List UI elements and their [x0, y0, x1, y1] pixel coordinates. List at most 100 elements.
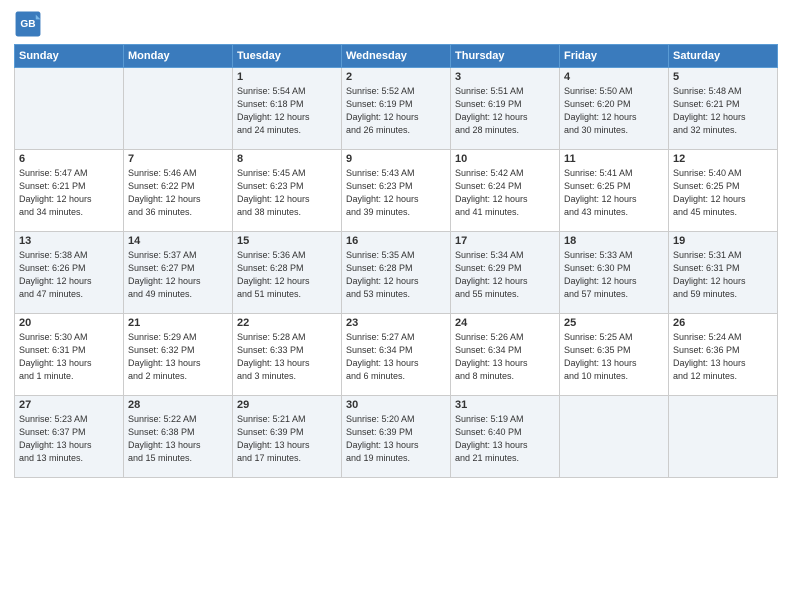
day-cell: 1Sunrise: 5:54 AM Sunset: 6:18 PM Daylig… [233, 68, 342, 150]
day-cell: 6Sunrise: 5:47 AM Sunset: 6:21 PM Daylig… [15, 150, 124, 232]
day-info: Sunrise: 5:26 AM Sunset: 6:34 PM Dayligh… [455, 331, 555, 383]
day-cell [560, 396, 669, 478]
day-info: Sunrise: 5:21 AM Sunset: 6:39 PM Dayligh… [237, 413, 337, 465]
day-cell: 10 Sunrise: 5:42 AM Sunset: 6:24 PM Dayli… [451, 150, 560, 232]
day-cell: 20 Sunrise: 5:30 AM Sunset: 6:31 PM Dayli… [15, 314, 124, 396]
day-info: Sunrise: 5:46 AM Sunset: 6:22 PM Dayligh… [128, 167, 228, 219]
day-cell: 26 Sunrise: 5:24 AM Sunset: 6:36 PM Dayli… [669, 314, 778, 396]
week-row-2: 6Sunrise: 5:47 AM Sunset: 6:21 PM Daylig… [15, 150, 778, 232]
day-cell [15, 68, 124, 150]
day-info: Sunrise: 5:43 AM Sunset: 6:23 PM Dayligh… [346, 167, 446, 219]
day-info: Sunrise: 5:29 AM Sunset: 6:32 PM Dayligh… [128, 331, 228, 383]
day-info: Sunrise: 5:25 AM Sunset: 6:35 PM Dayligh… [564, 331, 664, 383]
day-cell: 11Sunrise: 5:41 AM Sunset: 6:25 PM Dayli… [560, 150, 669, 232]
day-number: 9 [346, 153, 446, 165]
day-cell: 7 Sunrise: 5:46 AM Sunset: 6:22 PM Daylig… [124, 150, 233, 232]
day-cell [124, 68, 233, 150]
header-cell-monday: Monday [124, 45, 233, 68]
day-number: 21 [128, 317, 228, 329]
day-info: Sunrise: 5:31 AM Sunset: 6:31 PM Dayligh… [673, 249, 773, 301]
svg-text:GB: GB [20, 19, 35, 30]
day-cell: 21 Sunrise: 5:29 AM Sunset: 6:32 PM Dayli… [124, 314, 233, 396]
day-info: Sunrise: 5:38 AM Sunset: 6:26 PM Dayligh… [19, 249, 119, 301]
calendar-body: 1Sunrise: 5:54 AM Sunset: 6:18 PM Daylig… [15, 68, 778, 478]
day-cell: 14 Sunrise: 5:37 AM Sunset: 6:27 PM Dayli… [124, 232, 233, 314]
calendar-table: SundayMondayTuesdayWednesdayThursdayFrid… [14, 44, 778, 478]
week-row-3: 13 Sunrise: 5:38 AM Sunset: 6:26 PM Dayli… [15, 232, 778, 314]
day-number: 27 [19, 399, 119, 411]
logo-icon: GB [14, 10, 42, 38]
day-number: 20 [19, 317, 119, 329]
day-number: 2 [346, 71, 446, 83]
day-number: 10 [455, 153, 555, 165]
day-cell: 4Sunrise: 5:50 AM Sunset: 6:20 PM Daylig… [560, 68, 669, 150]
day-number: 15 [237, 235, 337, 247]
day-number: 18 [564, 235, 664, 247]
day-cell: 28 Sunrise: 5:22 AM Sunset: 6:38 PM Dayli… [124, 396, 233, 478]
day-info: Sunrise: 5:48 AM Sunset: 6:21 PM Dayligh… [673, 85, 773, 137]
day-cell: 5 Sunrise: 5:48 AM Sunset: 6:21 PM Daylig… [669, 68, 778, 150]
day-cell: 13 Sunrise: 5:38 AM Sunset: 6:26 PM Dayli… [15, 232, 124, 314]
day-info: Sunrise: 5:22 AM Sunset: 6:38 PM Dayligh… [128, 413, 228, 465]
day-number: 23 [346, 317, 446, 329]
day-number: 25 [564, 317, 664, 329]
day-cell: 27 Sunrise: 5:23 AM Sunset: 6:37 PM Dayli… [15, 396, 124, 478]
day-info: Sunrise: 5:34 AM Sunset: 6:29 PM Dayligh… [455, 249, 555, 301]
header-cell-thursday: Thursday [451, 45, 560, 68]
header-cell-tuesday: Tuesday [233, 45, 342, 68]
page: GB SundayMondayTuesdayWednesdayThursdayF… [0, 0, 792, 612]
day-number: 24 [455, 317, 555, 329]
day-number: 11 [564, 153, 664, 165]
day-cell: 9 Sunrise: 5:43 AM Sunset: 6:23 PM Daylig… [342, 150, 451, 232]
day-cell: 25 Sunrise: 5:25 AM Sunset: 6:35 PM Dayli… [560, 314, 669, 396]
day-info: Sunrise: 5:19 AM Sunset: 6:40 PM Dayligh… [455, 413, 555, 465]
day-cell: 3 Sunrise: 5:51 AM Sunset: 6:19 PM Daylig… [451, 68, 560, 150]
day-info: Sunrise: 5:52 AM Sunset: 6:19 PM Dayligh… [346, 85, 446, 137]
day-number: 26 [673, 317, 773, 329]
day-number: 1 [237, 71, 337, 83]
day-info: Sunrise: 5:45 AM Sunset: 6:23 PM Dayligh… [237, 167, 337, 219]
day-info: Sunrise: 5:33 AM Sunset: 6:30 PM Dayligh… [564, 249, 664, 301]
day-number: 3 [455, 71, 555, 83]
header-cell-saturday: Saturday [669, 45, 778, 68]
day-cell: 29 Sunrise: 5:21 AM Sunset: 6:39 PM Dayli… [233, 396, 342, 478]
day-number: 30 [346, 399, 446, 411]
day-cell: 15Sunrise: 5:36 AM Sunset: 6:28 PM Dayli… [233, 232, 342, 314]
day-info: Sunrise: 5:42 AM Sunset: 6:24 PM Dayligh… [455, 167, 555, 219]
day-cell: 22Sunrise: 5:28 AM Sunset: 6:33 PM Dayli… [233, 314, 342, 396]
day-info: Sunrise: 5:20 AM Sunset: 6:39 PM Dayligh… [346, 413, 446, 465]
day-info: Sunrise: 5:37 AM Sunset: 6:27 PM Dayligh… [128, 249, 228, 301]
calendar-header: SundayMondayTuesdayWednesdayThursdayFrid… [15, 45, 778, 68]
day-number: 13 [19, 235, 119, 247]
day-number: 12 [673, 153, 773, 165]
day-info: Sunrise: 5:51 AM Sunset: 6:19 PM Dayligh… [455, 85, 555, 137]
day-cell: 17 Sunrise: 5:34 AM Sunset: 6:29 PM Dayli… [451, 232, 560, 314]
day-cell: 23Sunrise: 5:27 AM Sunset: 6:34 PM Dayli… [342, 314, 451, 396]
day-cell: 2 Sunrise: 5:52 AM Sunset: 6:19 PM Daylig… [342, 68, 451, 150]
logo: GB [14, 10, 44, 38]
day-info: Sunrise: 5:23 AM Sunset: 6:37 PM Dayligh… [19, 413, 119, 465]
day-number: 7 [128, 153, 228, 165]
day-number: 28 [128, 399, 228, 411]
day-info: Sunrise: 5:47 AM Sunset: 6:21 PM Dayligh… [19, 167, 119, 219]
day-info: Sunrise: 5:24 AM Sunset: 6:36 PM Dayligh… [673, 331, 773, 383]
day-cell: 12 Sunrise: 5:40 AM Sunset: 6:25 PM Dayli… [669, 150, 778, 232]
header: GB [14, 10, 778, 38]
header-cell-friday: Friday [560, 45, 669, 68]
day-number: 16 [346, 235, 446, 247]
day-number: 17 [455, 235, 555, 247]
day-number: 4 [564, 71, 664, 83]
day-number: 19 [673, 235, 773, 247]
day-cell: 19 Sunrise: 5:31 AM Sunset: 6:31 PM Dayli… [669, 232, 778, 314]
header-cell-wednesday: Wednesday [342, 45, 451, 68]
day-number: 14 [128, 235, 228, 247]
day-cell [669, 396, 778, 478]
day-info: Sunrise: 5:30 AM Sunset: 6:31 PM Dayligh… [19, 331, 119, 383]
day-number: 8 [237, 153, 337, 165]
day-number: 29 [237, 399, 337, 411]
day-info: Sunrise: 5:40 AM Sunset: 6:25 PM Dayligh… [673, 167, 773, 219]
day-cell: 31Sunrise: 5:19 AM Sunset: 6:40 PM Dayli… [451, 396, 560, 478]
week-row-5: 27 Sunrise: 5:23 AM Sunset: 6:37 PM Dayli… [15, 396, 778, 478]
day-cell: 24 Sunrise: 5:26 AM Sunset: 6:34 PM Dayli… [451, 314, 560, 396]
day-number: 5 [673, 71, 773, 83]
